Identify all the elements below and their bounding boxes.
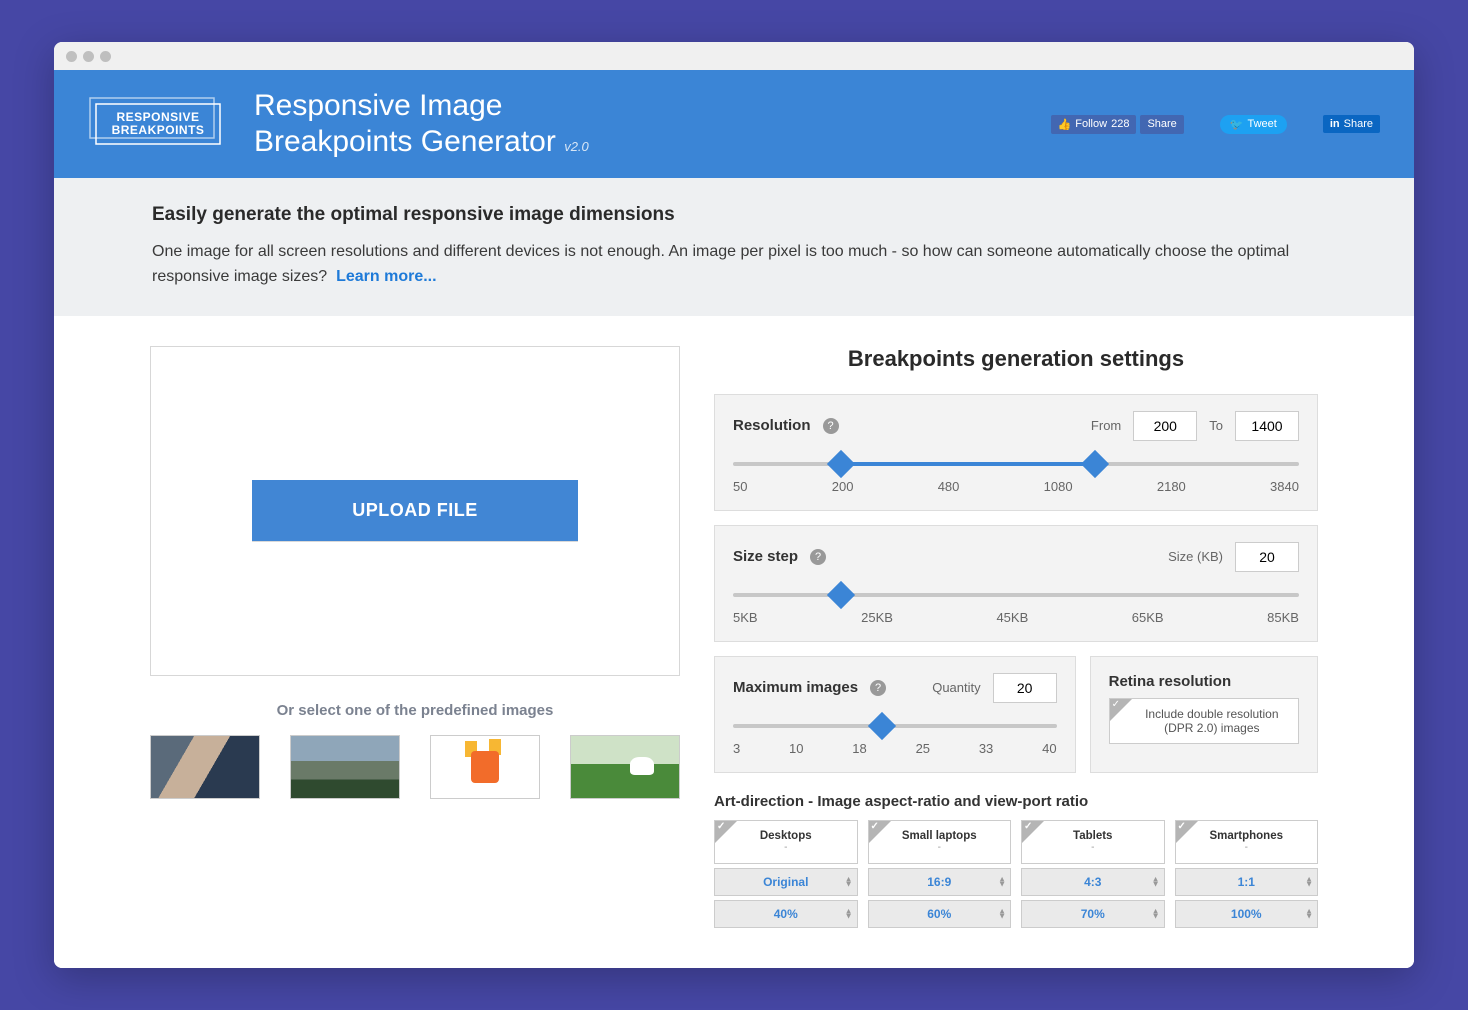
maximages-help-icon[interactable]: ? <box>870 680 886 696</box>
retina-title: Retina resolution <box>1109 673 1299 690</box>
stepper-icon: ▲▼ <box>845 876 853 887</box>
checkmark-icon <box>715 821 737 843</box>
twitter-icon: 🐦 <box>1230 118 1244 131</box>
art-viewport-select[interactable]: 40%▲▼ <box>714 900 858 928</box>
logo-text-2: BREAKPOINTS <box>112 124 205 137</box>
art-aspect-select[interactable]: 16:9▲▼ <box>868 868 1012 896</box>
sizestep-ticks: 5KB 25KB 45KB 65KB 85KB <box>733 610 1299 625</box>
intro-section: Easily generate the optimal responsive i… <box>54 178 1414 316</box>
predefined-images-label: Or select one of the predefined images <box>150 702 680 719</box>
sizestep-slider[interactable] <box>733 584 1299 606</box>
checkmark-icon <box>1110 699 1132 721</box>
stepper-icon: ▲▼ <box>845 908 853 919</box>
facebook-share-button[interactable]: Share <box>1140 115 1183 134</box>
resolution-to-label: To <box>1209 418 1223 433</box>
maximages-slider[interactable] <box>733 715 1057 737</box>
resolution-to-input[interactable] <box>1235 411 1299 441</box>
maximages-qty-label: Quantity <box>932 680 980 695</box>
checkmark-icon <box>1176 821 1198 843</box>
stepper-icon: ▲▼ <box>1305 908 1313 919</box>
checkmark-icon <box>869 821 891 843</box>
resolution-help-icon[interactable]: ? <box>823 418 839 434</box>
art-column: Smartphones- 1:1▲▼ 100%▲▼ <box>1175 820 1319 928</box>
resolution-ticks: 50 200 480 1080 2180 3840 <box>733 479 1299 494</box>
sample-image-woman[interactable] <box>150 735 260 799</box>
stepper-icon: ▲▼ <box>998 876 1006 887</box>
art-viewport-select[interactable]: 70%▲▼ <box>1021 900 1165 928</box>
retina-checkbox[interactable]: Include double resolution (DPR 2.0) imag… <box>1109 698 1299 744</box>
facebook-follow-button[interactable]: 👍 Follow 228 <box>1051 115 1137 134</box>
art-device-checkbox[interactable]: Small laptops- <box>868 820 1012 864</box>
intro-headline: Easily generate the optimal responsive i… <box>152 204 1316 226</box>
art-column: Small laptops- 16:9▲▼ 60%▲▼ <box>868 820 1012 928</box>
art-device-checkbox[interactable]: Smartphones- <box>1175 820 1319 864</box>
sizestep-slider-handle[interactable] <box>826 580 854 608</box>
art-aspect-select[interactable]: 4:3▲▼ <box>1021 868 1165 896</box>
sample-image-castle[interactable] <box>290 735 400 799</box>
art-column: Desktops- Original▲▼ 40%▲▼ <box>714 820 858 928</box>
maximages-ticks: 3 10 18 25 33 40 <box>733 741 1057 756</box>
sizestep-size-label: Size (KB) <box>1168 549 1223 564</box>
maximages-input[interactable] <box>993 673 1057 703</box>
stepper-icon: ▲▼ <box>1152 908 1160 919</box>
window-close-button[interactable] <box>66 51 77 62</box>
twitter-tweet-button[interactable]: 🐦 Tweet <box>1220 115 1287 134</box>
art-aspect-select[interactable]: 1:1▲▼ <box>1175 868 1319 896</box>
learn-more-link[interactable]: Learn more... <box>336 268 436 285</box>
sample-image-robot[interactable] <box>430 735 540 799</box>
resolution-panel: Resolution ? From To 50 200 <box>714 394 1318 511</box>
upload-file-button[interactable]: UPLOAD FILE <box>252 480 578 541</box>
art-device-checkbox[interactable]: Tablets- <box>1021 820 1165 864</box>
retina-panel: Retina resolution Include double resolut… <box>1090 656 1318 773</box>
art-viewport-select[interactable]: 100%▲▼ <box>1175 900 1319 928</box>
page-title-line1: Responsive Image <box>254 88 1025 124</box>
stepper-icon: ▲▼ <box>1305 876 1313 887</box>
stepper-icon: ▲▼ <box>998 908 1006 919</box>
art-device-checkbox[interactable]: Desktops- <box>714 820 858 864</box>
sample-image-dog[interactable] <box>570 735 680 799</box>
art-direction-grid: Desktops- Original▲▼ 40%▲▼ Small laptops- 16… <box>714 820 1318 928</box>
app-header: RESPONSIVE BREAKPOINTS Responsive Image … <box>54 70 1414 178</box>
app-window: RESPONSIVE BREAKPOINTS Responsive Image … <box>54 42 1414 968</box>
sizestep-panel: Size step ? Size (KB) 5KB 25KB 45KB 65KB… <box>714 525 1318 642</box>
main-area: UPLOAD FILE Or select one of the predefi… <box>54 316 1414 968</box>
social-buttons: 👍 Follow 228 Share 🐦 Tweet in Share <box>1051 115 1380 134</box>
art-viewport-select[interactable]: 60%▲▼ <box>868 900 1012 928</box>
checkmark-icon <box>1022 821 1044 843</box>
sizestep-label: Size step <box>733 548 798 565</box>
resolution-slider-handle-min[interactable] <box>826 449 854 477</box>
settings-heading: Breakpoints generation settings <box>714 346 1318 372</box>
thumbs-up-icon: 👍 <box>1058 118 1072 131</box>
resolution-slider[interactable] <box>733 453 1299 475</box>
upload-dropzone[interactable]: UPLOAD FILE <box>150 346 680 676</box>
art-direction-heading: Art-direction - Image aspect-ratio and v… <box>714 793 1318 810</box>
sizestep-input[interactable] <box>1235 542 1299 572</box>
window-titlebar <box>54 42 1414 70</box>
page-title-line2: Breakpoints Generator <box>254 125 556 158</box>
window-maximize-button[interactable] <box>100 51 111 62</box>
linkedin-icon: in <box>1330 118 1340 130</box>
art-aspect-select[interactable]: Original▲▼ <box>714 868 858 896</box>
linkedin-share-button[interactable]: in Share <box>1323 115 1380 133</box>
intro-body: One image for all screen resolutions and… <box>152 243 1289 285</box>
maximages-slider-handle[interactable] <box>868 711 896 739</box>
logo: RESPONSIVE BREAKPOINTS <box>88 94 228 154</box>
maximages-label: Maximum images <box>733 679 858 696</box>
art-column: Tablets- 4:3▲▼ 70%▲▼ <box>1021 820 1165 928</box>
maximages-panel: Maximum images ? Quantity 3 10 18 <box>714 656 1076 773</box>
resolution-from-label: From <box>1091 418 1121 433</box>
resolution-slider-handle-max[interactable] <box>1081 449 1109 477</box>
window-minimize-button[interactable] <box>83 51 94 62</box>
sizestep-help-icon[interactable]: ? <box>810 549 826 565</box>
resolution-label: Resolution <box>733 417 811 434</box>
version-label: v2.0 <box>564 139 589 154</box>
resolution-from-input[interactable] <box>1133 411 1197 441</box>
stepper-icon: ▲▼ <box>1152 876 1160 887</box>
